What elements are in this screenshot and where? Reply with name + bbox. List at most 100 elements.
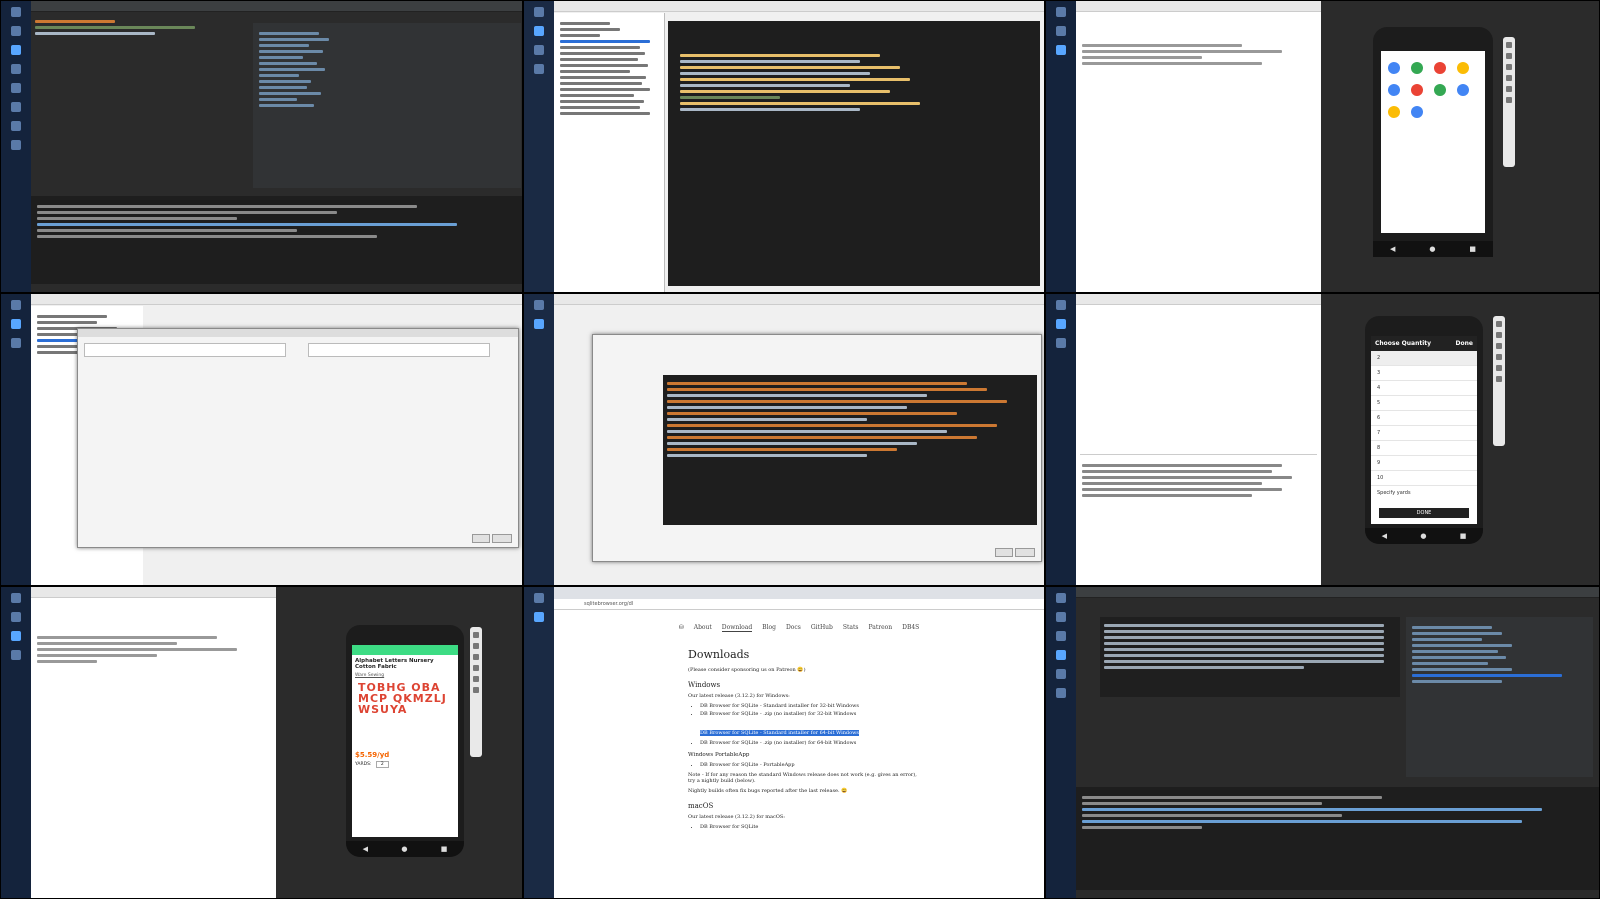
taskbar-app-icon[interactable] [1056,612,1066,622]
back-icon[interactable]: ◀ [363,845,368,853]
app-launcher-icon[interactable] [1411,62,1424,74]
app-launcher-icon[interactable] [1457,62,1470,74]
ok-button[interactable] [472,534,490,543]
volume-down-icon[interactable] [1496,343,1502,349]
app-launcher-icon[interactable] [1434,84,1447,96]
taskbar-app-icon[interactable] [534,612,544,622]
taskbar-app-icon[interactable] [11,121,21,131]
dialog-field[interactable] [84,343,286,357]
product-image[interactable]: TOBHG OBAMCP QKMZLJ WSUYA [352,678,458,748]
nav-docs[interactable]: Docs [786,624,801,632]
open-button[interactable] [995,548,1013,557]
power-icon[interactable] [473,632,479,638]
device-file-explorer[interactable] [1406,617,1593,777]
nav-download[interactable]: Download [721,624,753,632]
recents-icon[interactable]: ■ [1460,532,1467,540]
taskbar-app-icon[interactable] [1056,26,1066,36]
download-link[interactable]: DB Browser for SQLite - Standard install… [700,703,1044,709]
cancel-button[interactable] [492,534,512,543]
taskbar-app-icon[interactable] [11,338,21,348]
taskbar-app-icon[interactable] [534,64,544,74]
app-launcher-icon[interactable] [1434,62,1447,74]
volume-up-icon[interactable] [473,643,479,649]
done-link[interactable]: Done [1452,336,1477,351]
quantity-option[interactable]: 3 [1371,366,1477,381]
taskbar-app-icon[interactable] [11,26,21,36]
quantity-option[interactable]: 9 [1371,456,1477,471]
taskbar-app-icon[interactable] [11,102,21,112]
power-icon[interactable] [1496,321,1502,327]
quantity-option[interactable]: 7 [1371,426,1477,441]
nav-blog[interactable]: Blog [762,624,776,632]
quantity-select[interactable]: 2 [375,761,389,768]
taskbar-app-icon[interactable] [1056,631,1066,641]
address-bar[interactable]: sqlitebrowser.org/dl [554,599,1044,610]
home-icon[interactable]: ● [1429,245,1435,253]
download-link[interactable]: DB Browser for SQLite - Standard install… [700,730,859,736]
download-link[interactable]: DB Browser for SQLite - .zip (no install… [700,711,1044,717]
product-screen[interactable]: Alphabet Letters Nursery Cotton Fabric W… [352,645,458,837]
taskbar-app-icon[interactable] [534,26,544,36]
terminal-panel[interactable] [1076,787,1599,890]
taskbar-app-icon[interactable] [11,83,21,93]
nav-patreon[interactable]: Patreon [868,624,892,632]
taskbar-app-icon[interactable] [534,45,544,55]
xml-editor[interactable] [668,21,1040,286]
quantity-option[interactable]: 4 [1371,381,1477,396]
volume-up-icon[interactable] [1496,332,1502,338]
quantity-option[interactable]: 10 [1371,471,1477,486]
back-icon[interactable]: ◀ [1390,245,1395,253]
download-link[interactable]: DB Browser for SQLite - .zip (no install… [700,740,1044,746]
close-button[interactable] [1015,548,1035,557]
app-launcher-icon[interactable] [1388,84,1400,96]
home-screen[interactable] [1381,51,1485,233]
rotate-icon[interactable] [1506,75,1512,81]
studio-editor-panel[interactable] [31,587,276,898]
hex-viewer[interactable] [1100,617,1400,697]
quantity-screen[interactable]: Choose Quantity Done 2 3 4 5 6 7 8 9 10 … [1371,336,1477,524]
app-launcher-icon[interactable] [1388,62,1400,74]
done-button[interactable]: DONE [1379,508,1469,518]
terminal-panel[interactable] [31,196,522,284]
volume-down-icon[interactable] [473,654,479,660]
app-launcher-icon[interactable] [1411,84,1424,96]
recents-icon[interactable]: ■ [1469,245,1476,253]
power-icon[interactable] [1506,42,1512,48]
taskbar-app-icon[interactable] [11,64,21,74]
taskbar-app-icon[interactable] [534,593,544,603]
browser-tab-strip[interactable] [554,587,1044,599]
taskbar-app-icon[interactable] [11,593,21,603]
layout-inspector[interactable] [1076,294,1321,585]
taskbar-app-icon[interactable] [1056,688,1066,698]
home-icon[interactable]: ● [401,845,407,853]
taskbar-app-icon[interactable] [1056,7,1066,17]
taskbar-app-icon[interactable] [1056,593,1066,603]
taskbar-app-icon[interactable] [11,300,21,310]
volume-up-icon[interactable] [1506,53,1512,59]
taskbar-app-icon[interactable] [11,319,21,329]
package-explorer[interactable] [554,13,665,292]
dialog-field[interactable] [308,343,490,357]
taskbar-app-icon[interactable] [1056,319,1066,329]
download-link[interactable]: DB Browser for SQLite - PortableApp [700,762,1044,768]
nav-db4s[interactable]: DB4S [902,624,919,632]
taskbar-app-icon[interactable] [11,612,21,622]
code-block[interactable] [663,375,1037,525]
quantity-option[interactable]: 5 [1371,396,1477,411]
taskbar-app-icon[interactable] [1056,650,1066,660]
quantity-option[interactable]: 2 [1371,351,1477,366]
zoom-icon[interactable] [473,687,479,693]
taskbar-app-icon[interactable] [534,319,544,329]
app-launcher-icon[interactable] [1457,84,1470,96]
volume-down-icon[interactable] [1506,64,1512,70]
taskbar-app-icon[interactable] [1056,300,1066,310]
camera-icon[interactable] [1506,86,1512,92]
camera-icon[interactable] [473,676,479,682]
nav-github[interactable]: GitHub [811,624,833,632]
taskbar-app-icon[interactable] [11,140,21,150]
download-link[interactable]: DB Browser for SQLite [700,824,1044,830]
device-file-explorer[interactable] [253,23,521,188]
camera-icon[interactable] [1496,365,1502,371]
rotate-icon[interactable] [1496,354,1502,360]
zoom-icon[interactable] [1496,376,1502,382]
